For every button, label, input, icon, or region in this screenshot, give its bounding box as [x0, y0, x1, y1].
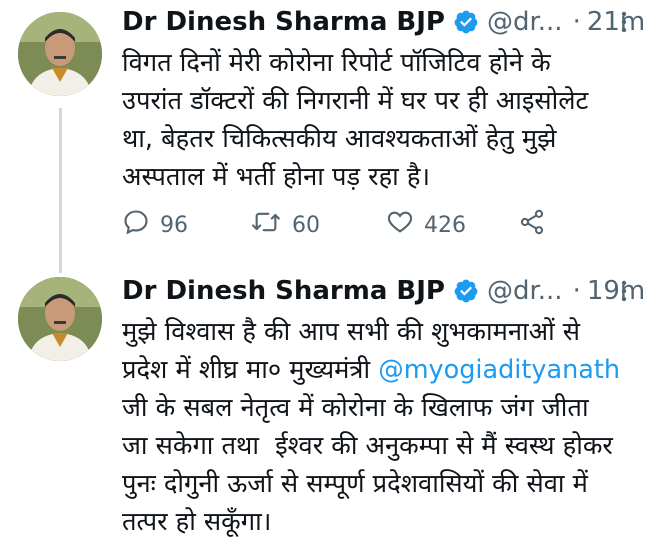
more-options-icon[interactable]: [612, 273, 636, 309]
heart-icon: [386, 208, 424, 242]
author-name[interactable]: Dr Dinesh Sharma BJP: [122, 7, 445, 37]
retweet-count: 60: [292, 212, 320, 238]
author-avatar[interactable]: [18, 277, 102, 361]
retweet-icon: [250, 208, 292, 242]
like-button[interactable]: 426: [386, 205, 466, 245]
reply-count: 96: [160, 212, 188, 238]
reply-icon: [122, 208, 160, 242]
header-separator: ·: [572, 276, 581, 306]
tweet-text: मुझे विश्वास है की आप सभी की शुभकामनाओं …: [122, 313, 638, 541]
more-options-icon[interactable]: [612, 4, 636, 40]
reply-button[interactable]: 96: [122, 205, 188, 245]
author-handle[interactable]: @dr...: [487, 7, 563, 37]
retweet-button[interactable]: 60: [250, 205, 320, 245]
header-separator: ·: [572, 7, 581, 37]
tweet-1[interactable]: Dr Dinesh Sharma BJP @dr... · 21m विगत द…: [0, 0, 650, 265]
share-icon: [518, 208, 556, 242]
author-name[interactable]: Dr Dinesh Sharma BJP: [122, 276, 445, 306]
tweet-actions: 96 60 426: [122, 205, 622, 245]
tweet-text: विगत दिनों मेरी कोरोना रिपोर्ट पॉजिटिव ह…: [122, 48, 589, 192]
author-avatar[interactable]: [18, 12, 102, 96]
share-button[interactable]: [518, 205, 556, 245]
like-count: 426: [424, 212, 466, 238]
author-handle[interactable]: @dr...: [487, 276, 563, 306]
mention-link[interactable]: @myogiadityanath: [378, 355, 620, 385]
tweet-header: Dr Dinesh Sharma BJP @dr... · 19m: [122, 273, 645, 309]
tweet-2[interactable]: Dr Dinesh Sharma BJP @dr... · 19m मुझे व…: [0, 265, 650, 540]
tweet-header: Dr Dinesh Sharma BJP @dr... · 21m: [122, 4, 645, 40]
verified-badge-icon: [453, 9, 479, 35]
verified-badge-icon: [453, 278, 479, 304]
tweet-text-part-2: जी के सबल नेतृत्व में कोरोना के खिलाफ जं…: [122, 393, 613, 537]
